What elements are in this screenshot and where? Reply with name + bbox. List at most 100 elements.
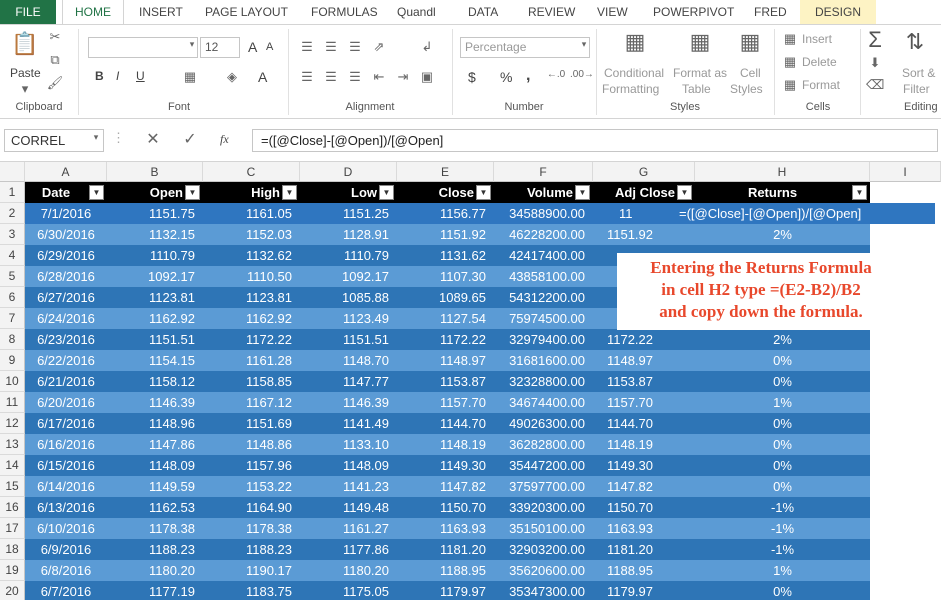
- row-header[interactable]: 14: [0, 455, 25, 476]
- number-format-dropdown-icon[interactable]: ▾: [578, 39, 590, 50]
- conditional-formatting-icon[interactable]: ▦: [620, 29, 650, 55]
- fill-icon[interactable]: ⬇: [866, 55, 884, 71]
- cell-volume[interactable]: 32903200.00: [494, 539, 593, 560]
- cell-open[interactable]: 1151.51: [107, 329, 203, 350]
- cancel-icon[interactable]: ✕: [143, 129, 163, 149]
- cell-close[interactable]: 1172.22: [397, 329, 494, 350]
- italic-button[interactable]: I: [116, 69, 119, 83]
- cell-adj[interactable]: 1147.82: [593, 476, 695, 497]
- comma-button[interactable]: ,: [526, 67, 530, 85]
- grow-font-button[interactable]: A: [248, 39, 257, 55]
- cell-open[interactable]: 1148.09: [107, 455, 203, 476]
- cell-volume[interactable]: 49026300.00: [494, 413, 593, 434]
- row-header[interactable]: 15: [0, 476, 25, 497]
- cell-date[interactable]: 6/13/2016: [25, 497, 107, 518]
- row-header[interactable]: 5: [0, 266, 25, 287]
- cell-close[interactable]: 1144.70: [397, 413, 494, 434]
- cell-date[interactable]: 6/10/2016: [25, 518, 107, 539]
- cell-high[interactable]: 1161.05: [203, 203, 300, 224]
- cell-open[interactable]: 1162.53: [107, 497, 203, 518]
- cell-adj[interactable]: 1153.87: [593, 371, 695, 392]
- align-left-icon[interactable]: ☰: [298, 69, 316, 85]
- cell-low[interactable]: 1151.25: [300, 203, 397, 224]
- tab-powerpivot[interactable]: POWERPIVOT: [653, 0, 734, 24]
- cell-volume[interactable]: 34588900.00: [494, 203, 593, 224]
- cell-volume[interactable]: 33920300.00: [494, 497, 593, 518]
- currency-button[interactable]: $: [468, 69, 476, 85]
- sort-filter-icon[interactable]: ⇅: [902, 29, 928, 55]
- cell-date[interactable]: 6/8/2016: [25, 560, 107, 581]
- cell-open[interactable]: 1158.12: [107, 371, 203, 392]
- autosum-icon[interactable]: Σ: [864, 27, 886, 53]
- cell-close[interactable]: 1107.30: [397, 266, 494, 287]
- table-header-high[interactable]: High ▼: [203, 182, 300, 203]
- cell-low[interactable]: 1141.23: [300, 476, 397, 497]
- cell-high[interactable]: 1152.03: [203, 224, 300, 245]
- cell-low[interactable]: 1177.86: [300, 539, 397, 560]
- cell-close[interactable]: 1149.30: [397, 455, 494, 476]
- cell-close[interactable]: 1089.65: [397, 287, 494, 308]
- row-header[interactable]: 13: [0, 434, 25, 455]
- font-name-dropdown-icon[interactable]: ▾: [186, 39, 198, 50]
- cell-low[interactable]: 1110.79: [300, 245, 397, 266]
- cell-ret[interactable]: =([@Close]-[@Open])/[@Open]: [679, 203, 909, 224]
- column-header-i[interactable]: I: [870, 162, 941, 182]
- tab-view[interactable]: VIEW: [597, 0, 628, 24]
- format-cells-button[interactable]: Format: [802, 78, 840, 92]
- increase-indent-icon[interactable]: ⇥: [394, 69, 412, 85]
- row-header[interactable]: 3: [0, 224, 25, 245]
- cell-adj[interactable]: 1148.97: [593, 350, 695, 371]
- cell-high[interactable]: 1151.69: [203, 413, 300, 434]
- insert-function-button[interactable]: fx: [220, 132, 229, 147]
- cell-close[interactable]: 1181.20: [397, 539, 494, 560]
- tab-data[interactable]: DATA: [468, 0, 498, 24]
- name-box[interactable]: CORREL: [4, 129, 104, 152]
- align-center-icon[interactable]: ☰: [322, 69, 340, 85]
- cell-low[interactable]: 1133.10: [300, 434, 397, 455]
- filter-dropdown-icon[interactable]: ▼: [185, 185, 200, 200]
- cell-open[interactable]: 1132.15: [107, 224, 203, 245]
- cell-close[interactable]: 1148.19: [397, 434, 494, 455]
- cell-close[interactable]: 1163.93: [397, 518, 494, 539]
- insert-cells-icon[interactable]: ▦: [782, 31, 798, 47]
- shrink-font-button[interactable]: A: [266, 41, 273, 53]
- cell-ret[interactable]: 0%: [695, 413, 870, 434]
- cell-low[interactable]: 1146.39: [300, 392, 397, 413]
- paste-dropdown-icon[interactable]: ▾: [10, 81, 40, 97]
- fill-color-icon[interactable]: ◈: [222, 69, 242, 85]
- cell-date[interactable]: 6/24/2016: [25, 308, 107, 329]
- cell-date[interactable]: 6/7/2016: [25, 581, 107, 600]
- cell-close[interactable]: 1150.70: [397, 497, 494, 518]
- cell-adj[interactable]: 1149.30: [593, 455, 695, 476]
- cell-close[interactable]: 1148.97: [397, 350, 494, 371]
- cell-adj[interactable]: 1163.93: [593, 518, 695, 539]
- cell-adj[interactable]: 1148.19: [593, 434, 695, 455]
- cell-close[interactable]: 1179.97: [397, 581, 494, 600]
- percent-button[interactable]: %: [500, 69, 512, 85]
- table-header-returns[interactable]: Returns ▼: [695, 182, 870, 203]
- column-header-c[interactable]: C: [203, 162, 300, 182]
- cell-date[interactable]: 6/14/2016: [25, 476, 107, 497]
- cell-high[interactable]: 1188.23: [203, 539, 300, 560]
- increase-decimal-icon[interactable]: ←.0: [546, 69, 566, 80]
- cell-date[interactable]: 7/1/2016: [25, 203, 107, 224]
- format-as-table-icon[interactable]: ▦: [685, 29, 715, 55]
- cell-volume[interactable]: 42417400.00: [494, 245, 593, 266]
- tab-home[interactable]: HOME: [62, 0, 124, 25]
- filter-dropdown-icon[interactable]: ▼: [575, 185, 590, 200]
- cell-date[interactable]: 6/17/2016: [25, 413, 107, 434]
- align-right-icon[interactable]: ☰: [346, 69, 364, 85]
- cell-low[interactable]: 1148.09: [300, 455, 397, 476]
- cell-volume[interactable]: 32328800.00: [494, 371, 593, 392]
- cell-ret[interactable]: 0%: [695, 350, 870, 371]
- cell-adj[interactable]: 1151.92: [593, 224, 695, 245]
- cell-low[interactable]: 1141.49: [300, 413, 397, 434]
- clear-icon[interactable]: ⌫: [866, 77, 884, 93]
- cell-volume[interactable]: 35620600.00: [494, 560, 593, 581]
- cell-open[interactable]: 1178.38: [107, 518, 203, 539]
- row-header[interactable]: 19: [0, 560, 25, 581]
- cell-volume[interactable]: 75974500.00: [494, 308, 593, 329]
- table-header-adj-close[interactable]: Adj Close ▼: [593, 182, 695, 203]
- cell-date[interactable]: 6/22/2016: [25, 350, 107, 371]
- cell-open[interactable]: 1177.19: [107, 581, 203, 600]
